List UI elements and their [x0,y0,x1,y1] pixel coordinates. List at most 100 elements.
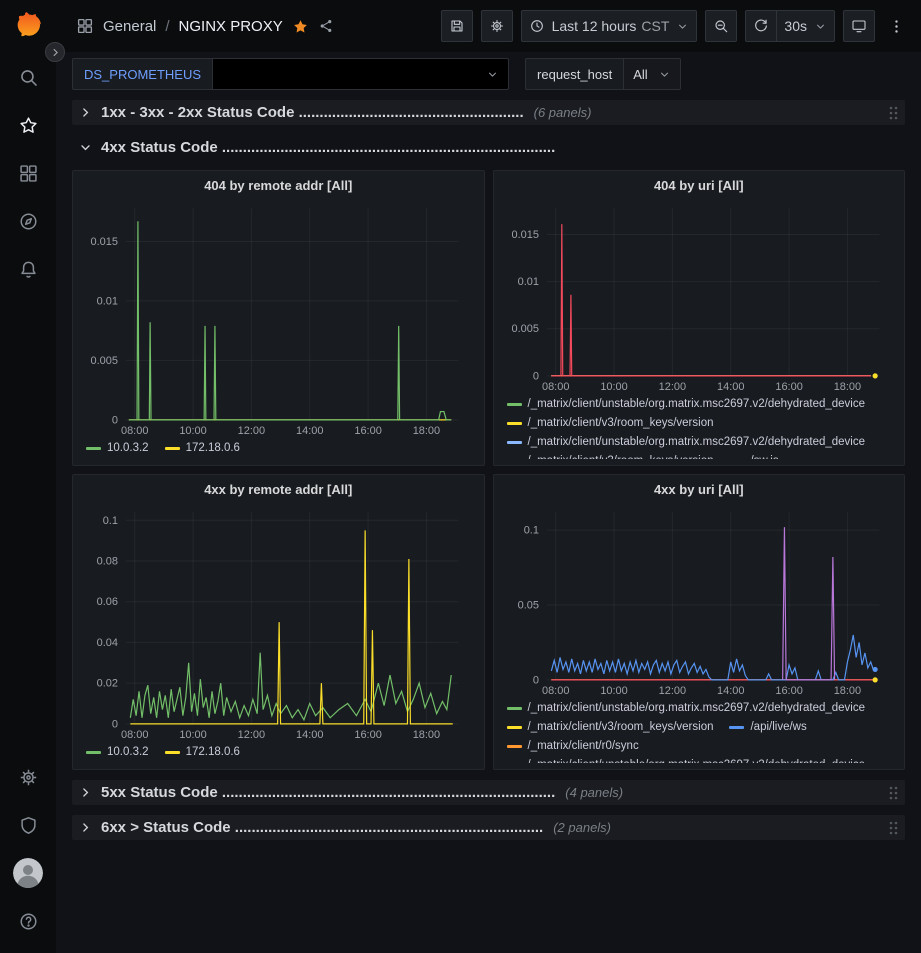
panel-title[interactable]: 4xx by remote addr [All] [82,478,475,502]
request-host-select[interactable]: All [624,58,680,90]
sidebar-item-server-admin[interactable] [8,805,48,845]
legend-item[interactable]: 10.0.3.2 [86,746,149,758]
zoom-out-button[interactable] [705,10,737,42]
chevron-right-icon [79,106,92,119]
legend-item[interactable]: /sw.js [729,455,778,459]
sidebar-item-starred[interactable] [8,105,48,145]
legend-item[interactable]: 10.0.3.2 [86,442,149,454]
svg-text:10:00: 10:00 [600,685,627,697]
chart-4xx-by-remote-addr[interactable]: 08:0010:0012:0014:0016:0018:0000.020.040… [82,502,475,742]
refresh-button-group: 30s [745,10,835,42]
sidebar-item-alerting[interactable] [8,249,48,289]
zoom-out-icon [713,18,729,34]
legend-item[interactable]: /_matrix/client/r0/sync [507,740,639,752]
breadcrumb-dashboard-title[interactable]: NGINX PROXY [179,18,283,35]
datasource-label: DS_PROMETHEUS [72,58,213,90]
cycle-view-mode-button[interactable] [843,10,875,42]
row-drag-handle[interactable] [888,820,898,836]
row-title: 5xx Status Code ........................… [101,784,555,801]
legend-series-color [507,422,522,425]
breadcrumb-folder[interactable]: General [103,18,156,35]
breadcrumb-separator: / [165,18,169,35]
navbar-actions: Last 12 hours CST 30s [441,10,909,42]
legend-series-color [507,745,522,748]
legend-series-label: 10.0.3.2 [107,746,149,758]
more-options-button[interactable] [883,10,909,42]
row-5xx-status-code[interactable]: 5xx Status Code ........................… [72,780,905,805]
svg-text:0.02: 0.02 [97,678,118,690]
favorite-star-icon[interactable] [292,18,309,35]
share-icon[interactable] [318,18,334,34]
sidebar-item-explore[interactable] [8,201,48,241]
monitor-icon [851,18,867,34]
sidebar [0,0,56,953]
save-dashboard-button[interactable] [441,10,473,42]
svg-text:0.05: 0.05 [517,599,538,611]
panel-title[interactable]: 404 by remote addr [All] [82,174,475,198]
chart-legend: 10.0.3.2 172.18.0.6 [82,742,475,758]
legend-item[interactable]: /_matrix/client/unstable/org.matrix.msc2… [507,398,866,410]
apps-icon [18,163,39,184]
svg-text:0.015: 0.015 [511,229,538,241]
legend-series-label: /_matrix/client/r0/sync [528,740,639,752]
legend-item[interactable]: /_matrix/client/unstable/org.matrix.msc2… [507,436,866,448]
navbar: General / NGINX PROXY La [56,0,921,52]
legend-item[interactable]: /_matrix/client/v3/room_keys/version [507,455,714,459]
svg-text:0.04: 0.04 [97,637,118,649]
variable-datasource: DS_PROMETHEUS [72,58,509,90]
legend-item[interactable]: 172.18.0.6 [165,442,240,454]
legend-item[interactable]: /_matrix/client/v3/room_keys/version [507,721,714,733]
svg-text:0: 0 [532,370,538,382]
legend-item[interactable]: /_matrix/client/unstable/org.matrix.msc2… [507,702,866,714]
time-range-picker[interactable]: Last 12 hours CST [521,10,698,42]
save-icon [449,18,465,34]
legend-series-label: /_matrix/client/unstable/org.matrix.msc2… [528,759,866,763]
chart-legend: 10.0.3.2 172.18.0.6 [82,438,475,454]
variable-request-host: request_host All [525,58,681,90]
legend-item[interactable]: 172.18.0.6 [165,746,240,758]
chart-4xx-by-uri[interactable]: 08:0010:0012:0014:0016:0018:0000.050.1 [503,502,896,698]
request-host-value: All [633,67,647,82]
chevron-down-icon [658,68,671,81]
legend-series-color [507,726,522,729]
user-avatar[interactable] [13,858,43,888]
legend-series-color [86,751,101,754]
refresh-button[interactable] [745,10,777,42]
grafana-logo[interactable] [13,10,44,41]
legend-series-label: 172.18.0.6 [186,746,240,758]
svg-text:0.06: 0.06 [97,596,118,608]
sidebar-item-dashboards[interactable] [8,153,48,193]
legend-series-color [507,403,522,406]
row-title: 4xx Status Code ........................… [101,139,555,156]
row-drag-handle[interactable] [888,785,898,801]
chart-404-by-remote-addr[interactable]: 08:0010:0012:0014:0016:0018:0000.0050.01… [82,198,475,438]
refresh-interval-picker[interactable]: 30s [777,10,835,42]
sidebar-item-configuration[interactable] [8,757,48,797]
apps-icon [76,17,94,35]
datasource-select[interactable] [213,58,509,90]
row-6xx-status-code[interactable]: 6xx > Status Code ......................… [72,815,905,840]
row-1xx-3xx-2xx-status-code[interactable]: 1xx - 3xx - 2xx Status Code ............… [72,100,905,125]
chart-404-by-uri[interactable]: 08:0010:0012:0014:0016:0018:0000.0050.01… [503,198,896,394]
dashboard-settings-button[interactable] [481,10,513,42]
row-drag-handle[interactable] [888,105,898,121]
panel-title[interactable]: 4xx by uri [All] [503,478,896,502]
sidebar-item-help[interactable] [8,901,48,941]
sidebar-item-search[interactable] [8,57,48,97]
panel-404-by-remote-addr: 404 by remote addr [All] 08:0010:0012:00… [72,170,485,466]
legend-item[interactable]: /api/live/ws [729,721,806,733]
sidebar-expand-button[interactable] [45,42,65,62]
chevron-down-icon [676,20,689,33]
legend-series-label: 10.0.3.2 [107,442,149,454]
svg-text:16:00: 16:00 [775,381,802,393]
chevron-right-icon [79,786,92,799]
main-area: General / NGINX PROXY La [56,0,921,953]
row-4xx-status-code[interactable]: 4xx Status Code ........................… [72,135,905,160]
timezone-label: CST [641,18,669,34]
panel-title[interactable]: 404 by uri [All] [503,174,896,198]
svg-text:0.1: 0.1 [103,515,118,527]
grafana-app: General / NGINX PROXY La [0,0,921,953]
svg-text:08:00: 08:00 [121,729,148,741]
legend-item[interactable]: /_matrix/client/unstable/org.matrix.msc2… [507,759,866,763]
legend-item[interactable]: /_matrix/client/v3/room_keys/version [507,417,714,429]
